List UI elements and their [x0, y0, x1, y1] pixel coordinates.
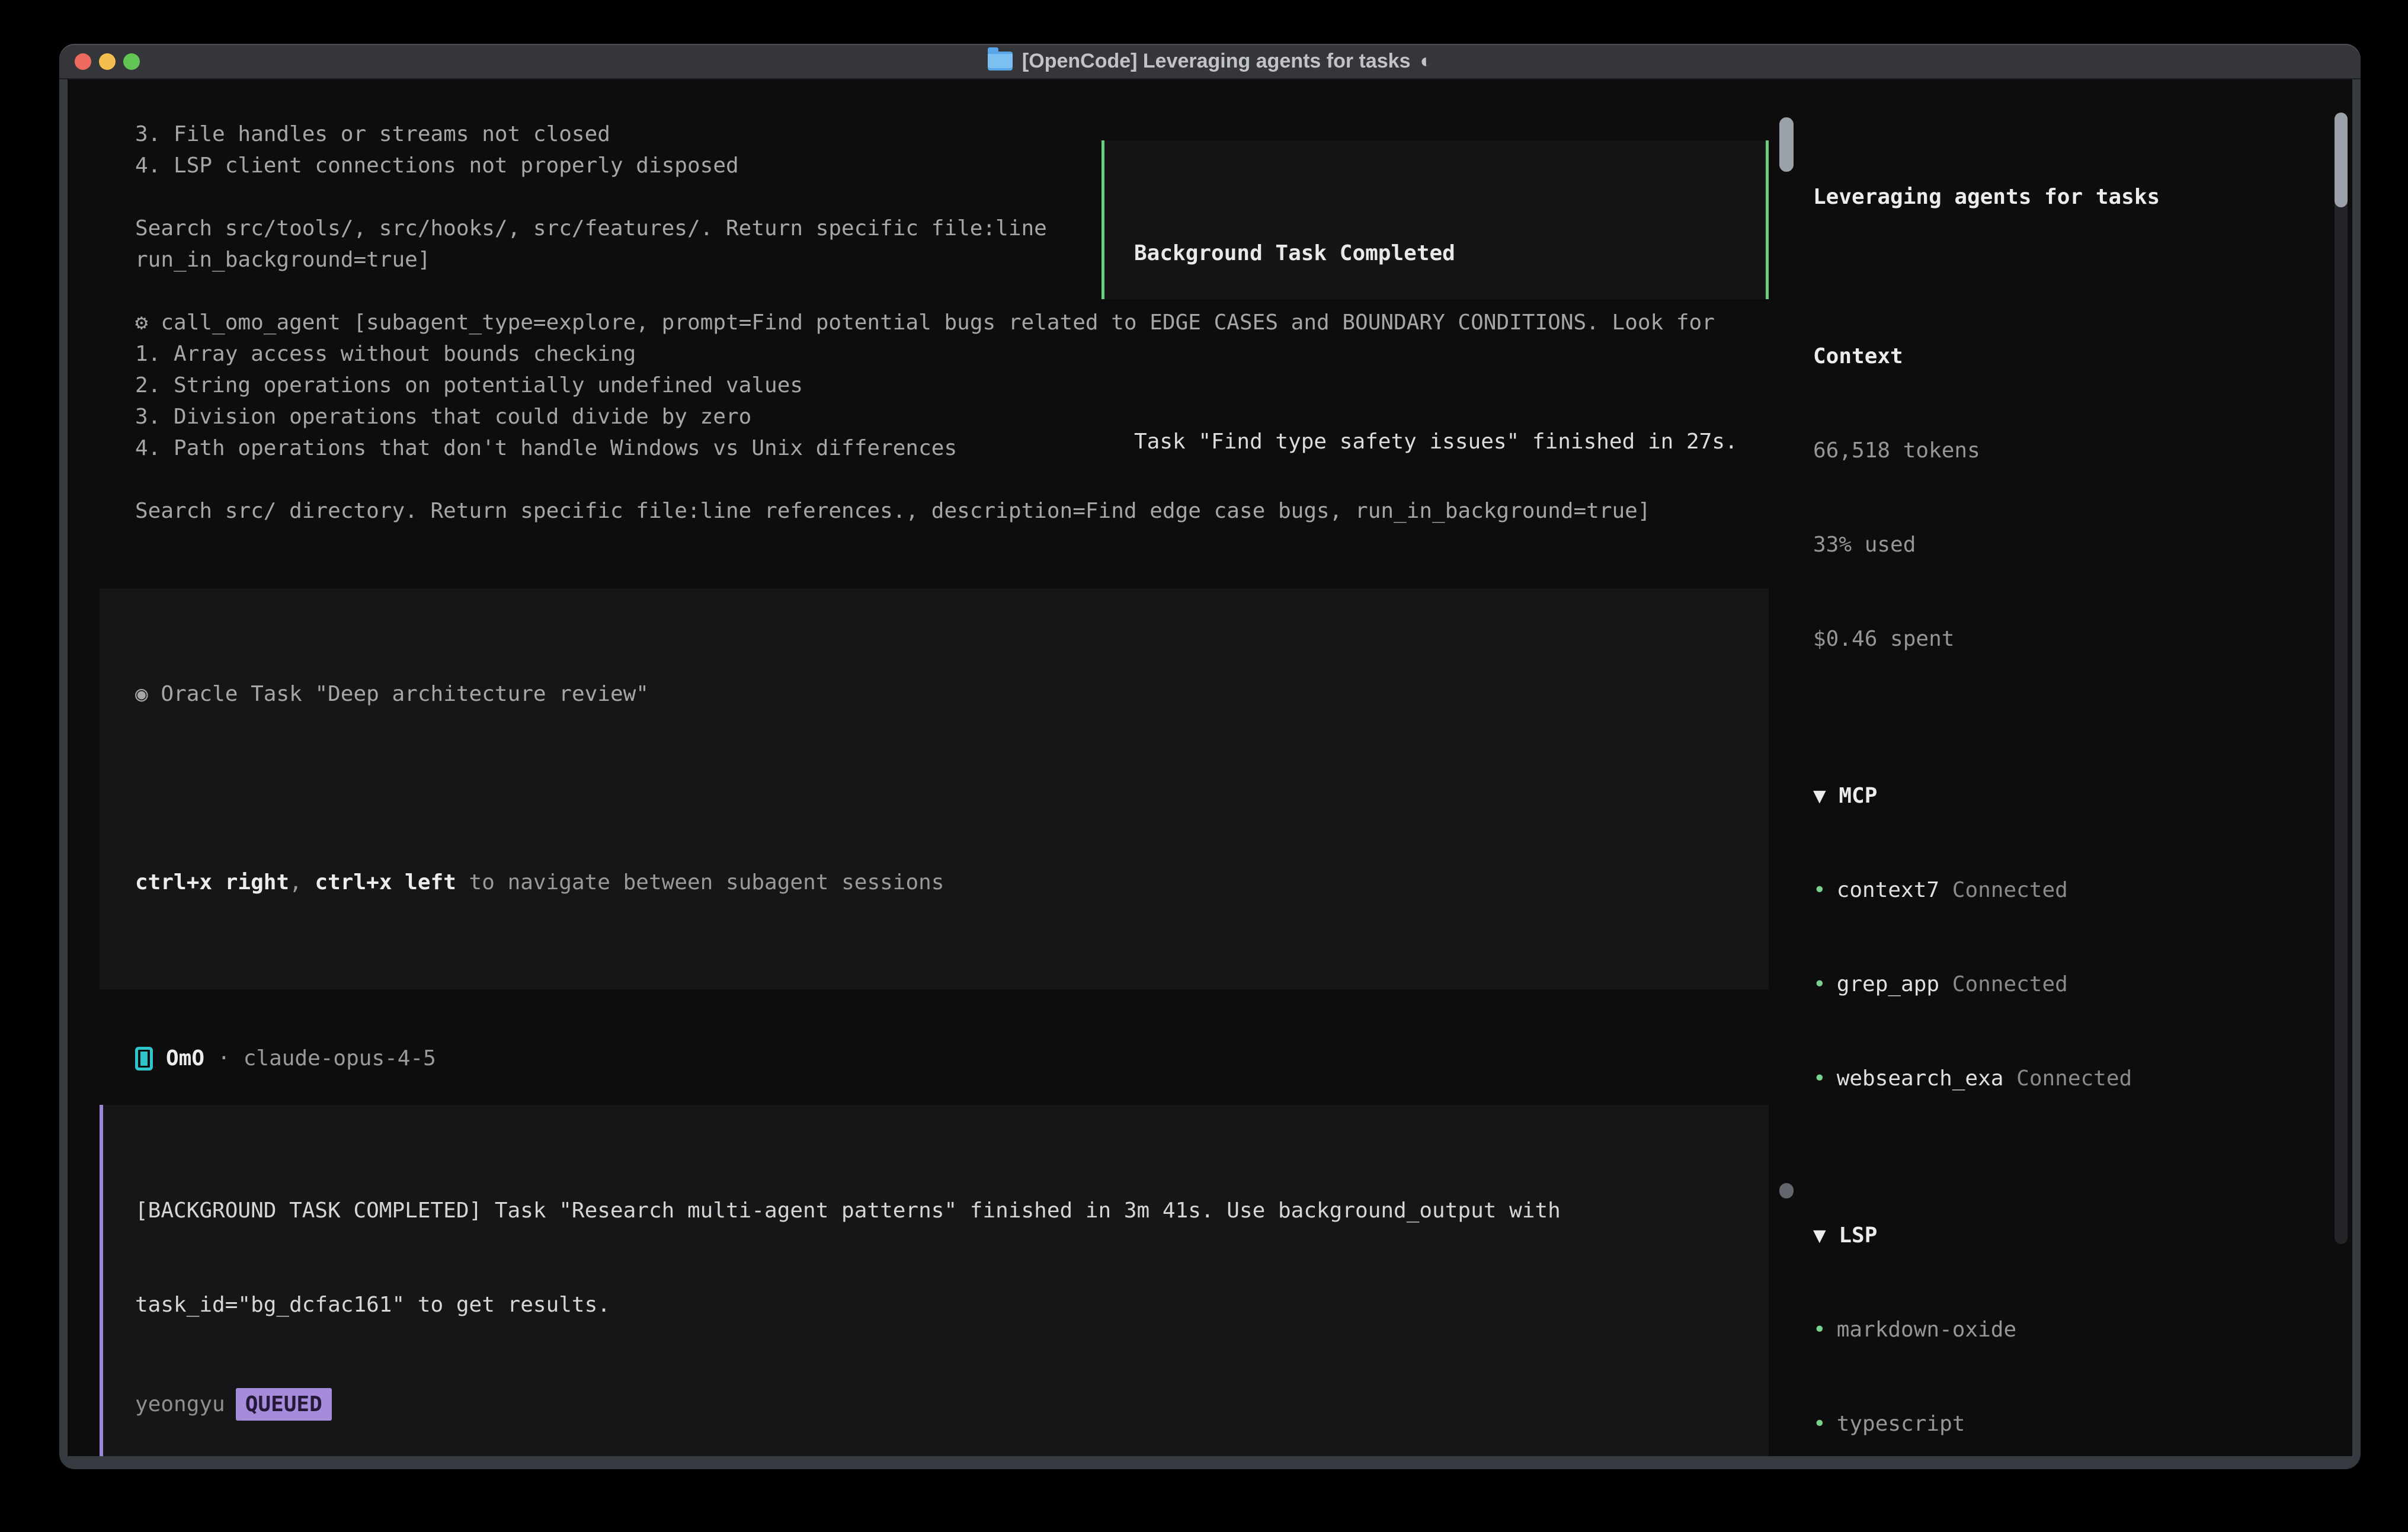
- mcp-item: •grep_app Connected: [1813, 969, 2335, 1000]
- zoom-button[interactable]: [123, 53, 140, 70]
- bullet-icon: •: [1813, 972, 1826, 996]
- minimize-button[interactable]: [99, 53, 116, 70]
- main-scrollbar-thumb[interactable]: [1779, 1183, 1794, 1198]
- bullet-icon: •: [1813, 878, 1826, 902]
- lsp-item: •markdown-oxide: [1813, 1314, 2335, 1345]
- gear-icon: ⚙: [135, 310, 148, 335]
- bullet-icon: •: [1813, 1412, 1826, 1436]
- task-message-line: task_id="bg_dcfac161" to get results.: [135, 1289, 1737, 1321]
- oracle-task-card: ◉ Oracle Task "Deep architecture review"…: [100, 588, 1769, 989]
- bullet-icon: •: [1813, 1066, 1826, 1091]
- folder-icon: [988, 52, 1013, 70]
- subagent-shortcut-hint: ctrl+x right, ctrl+x left to navigate be…: [135, 867, 1733, 898]
- close-button[interactable]: [75, 53, 91, 70]
- agent-header: OmO · claude-opus-4-5: [68, 1043, 1795, 1074]
- agent-box-icon: [135, 1047, 153, 1071]
- toast-body: Task "Find type safety issues" finished …: [1134, 426, 1736, 457]
- separator-dot: ·: [217, 1043, 230, 1074]
- context-tokens: 66,518 tokens: [1813, 435, 2335, 466]
- task-completed-toast: Background Task Completed Task "Find typ…: [1101, 140, 1769, 299]
- task-message-line: [BACKGROUND TASK COMPLETED] Task "Resear…: [135, 1195, 1737, 1226]
- sidebar-scrollbar-track[interactable]: [2335, 113, 2348, 1244]
- collapse-icon: ▼: [1813, 1223, 1826, 1248]
- toast-title: Background Task Completed: [1134, 238, 1736, 269]
- mcp-section-header[interactable]: ▼ MCP: [1813, 780, 2335, 812]
- app-window: [OpenCode] Leveraging agents for tasks ◐…: [59, 44, 2361, 1469]
- task-author: yeongyu: [135, 1389, 225, 1420]
- busy-indicator-icon: ◐: [1420, 50, 1433, 73]
- agent-model: claude-opus-4-5: [244, 1043, 436, 1074]
- context-used: 33% used: [1813, 529, 2335, 560]
- bullet-icon: •: [1813, 1318, 1826, 1342]
- sidebar-scrollbar-thumb[interactable]: [2335, 113, 2348, 207]
- titlebar[interactable]: [OpenCode] Leveraging agents for tasks ◐: [59, 44, 2361, 79]
- lsp-section-header[interactable]: ▼ LSP: [1813, 1220, 2335, 1251]
- window-title: [OpenCode] Leveraging agents for tasks: [1022, 50, 1411, 73]
- lsp-item: •typescript: [1813, 1408, 2335, 1440]
- collapse-icon: ▼: [1813, 784, 1826, 808]
- oracle-task-title: ◉ Oracle Task "Deep architecture review": [135, 678, 1733, 710]
- background-task-card: [BACKGROUND TASK COMPLETED] Task "Resear…: [100, 1105, 1769, 1456]
- session-title: Leveraging agents for tasks: [1813, 181, 2335, 213]
- agent-name: OmO: [166, 1043, 204, 1074]
- traffic-lights: [75, 53, 140, 70]
- mcp-item: •context7 Connected: [1813, 874, 2335, 906]
- mcp-item: •websearch_exa Connected: [1813, 1063, 2335, 1094]
- main-scrollbar-thumb[interactable]: [1779, 117, 1794, 172]
- sidebar: Leveraging agents for tasks Context 66,5…: [1813, 79, 2335, 1456]
- context-heading: Context: [1813, 341, 2335, 372]
- queued-badge: QUEUED: [236, 1388, 332, 1421]
- terminal-content: 3. File handles or streams not closed 4.…: [68, 79, 2352, 1456]
- record-icon: ◉: [135, 682, 148, 706]
- context-spent: $0.46 spent: [1813, 623, 2335, 655]
